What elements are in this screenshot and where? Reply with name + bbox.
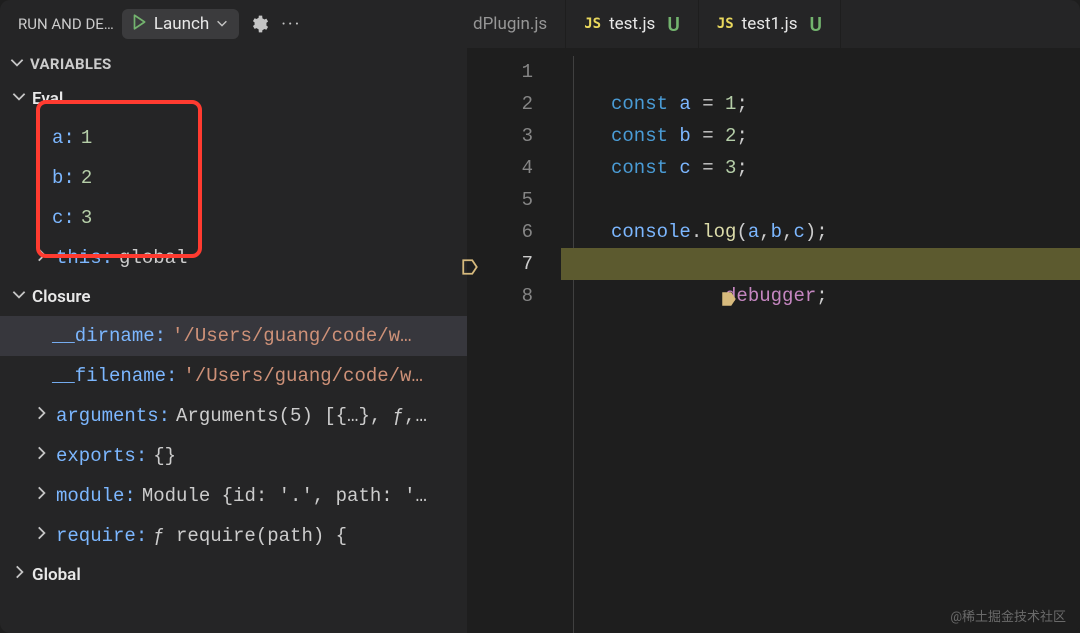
- chevron-right-icon: [32, 246, 50, 270]
- variable-row[interactable]: exports: {}: [0, 436, 467, 476]
- scope-name: Global: [32, 565, 81, 585]
- editor-tab[interactable]: JS test.js U: [566, 0, 699, 48]
- launch-config-button[interactable]: Launch: [122, 9, 239, 39]
- line-number: 2: [467, 88, 533, 120]
- code-line: const c = 3;: [561, 152, 1080, 184]
- variable-value: Module {id: '.', path: '…: [142, 485, 427, 507]
- line-number-gutter: 1 2 3 4 5 6 7 8: [467, 56, 561, 633]
- tab-name: test.js: [609, 14, 655, 34]
- variable-row[interactable]: b: 2: [0, 158, 467, 198]
- variable-name: __dirname:: [52, 325, 166, 347]
- editor-tabs: dPlugin.js JS test.js U JS test1.js U: [467, 0, 1080, 48]
- variable-row[interactable]: __filename: '/Users/guang/code/w…: [0, 356, 467, 396]
- variable-row[interactable]: c: 3: [0, 198, 467, 238]
- panel-title: RUN AND DE…: [10, 15, 114, 33]
- launch-label: Launch: [154, 14, 209, 34]
- scope-global-header[interactable]: Global: [0, 556, 467, 594]
- scope-closure-header[interactable]: Closure: [0, 278, 467, 316]
- variable-name: arguments:: [56, 405, 170, 427]
- code-line: console.log(a,b,c);: [561, 216, 1080, 248]
- gear-icon: [249, 14, 269, 34]
- scope-eval-header[interactable]: Eval: [0, 80, 467, 118]
- gear-button[interactable]: [247, 12, 271, 36]
- code-line: const a = 1;: [561, 88, 1080, 120]
- js-file-icon: JS: [584, 16, 601, 32]
- variable-row[interactable]: this: global: [0, 238, 467, 278]
- chevron-down-icon: [10, 285, 28, 309]
- variable-value: global: [119, 247, 187, 269]
- chevron-right-icon: [32, 404, 50, 428]
- line-number: 7: [467, 248, 533, 280]
- variable-row[interactable]: __dirname: '/Users/guang/code/w…: [0, 316, 467, 356]
- line-number: 1: [467, 56, 533, 88]
- line-number: 6: [467, 216, 533, 248]
- code-line: const b = 2;: [561, 120, 1080, 152]
- variable-name: b:: [52, 167, 75, 189]
- variable-name: require:: [56, 525, 147, 547]
- code-line: debugger;: [561, 248, 1080, 280]
- section-title: VARIABLES: [30, 55, 112, 73]
- editor-tab[interactable]: JS test1.js U: [699, 0, 841, 48]
- variable-row[interactable]: arguments: Arguments(5) [{…}, ƒ,…: [0, 396, 467, 436]
- variable-row[interactable]: require: ƒ require(path) {: [0, 516, 467, 556]
- variable-value: 2: [81, 167, 92, 189]
- variable-name: c:: [52, 207, 75, 229]
- variables-section-header[interactable]: VARIABLES: [0, 48, 467, 80]
- line-number: 5: [467, 184, 533, 216]
- variable-name: module:: [56, 485, 136, 507]
- tab-name: dPlugin.js: [473, 14, 547, 34]
- code-editor[interactable]: 1 2 3 4 5 6 7 8 const a = 1; const b = 2…: [467, 48, 1080, 633]
- line-number: 3: [467, 120, 533, 152]
- line-number: 4: [467, 152, 533, 184]
- tab-name: test1.js: [742, 14, 798, 34]
- chevron-down-icon: [8, 53, 26, 75]
- variable-value: 1: [81, 127, 92, 149]
- scope-name: Eval: [32, 89, 63, 109]
- code-lines: const a = 1; const b = 2; const c = 3; c…: [561, 56, 1080, 633]
- code-line: [561, 184, 1080, 216]
- chevron-right-icon: [32, 524, 50, 548]
- debug-sidebar: RUN AND DE… Launch ··· VARIABLES: [0, 0, 467, 633]
- chevron-right-icon: [10, 563, 28, 587]
- editor-area: dPlugin.js JS test.js U JS test1.js U 1 …: [467, 0, 1080, 633]
- variable-value: Arguments(5) [{…}, ƒ,…: [176, 405, 427, 427]
- js-file-icon: JS: [717, 16, 734, 32]
- variable-name: a:: [52, 127, 75, 149]
- tab-status: U: [809, 13, 821, 36]
- play-icon: [130, 13, 148, 35]
- ellipsis-icon: ···: [281, 14, 301, 35]
- chevron-right-icon: [32, 484, 50, 508]
- variable-value: '/Users/guang/code/w…: [183, 365, 422, 387]
- code-line: [561, 280, 1080, 312]
- chevron-down-icon: [215, 15, 229, 34]
- variable-name: this:: [56, 247, 113, 269]
- variable-name: exports:: [56, 445, 147, 467]
- variable-name: __filename:: [52, 365, 177, 387]
- more-button[interactable]: ···: [279, 12, 303, 36]
- tab-status: U: [667, 13, 679, 36]
- scope-name: Closure: [32, 287, 91, 307]
- chevron-right-icon: [32, 444, 50, 468]
- variable-value: {}: [153, 445, 176, 467]
- variable-value: '/Users/guang/code/w…: [172, 325, 411, 347]
- chevron-down-icon: [10, 87, 28, 111]
- variable-row[interactable]: a: 1: [0, 118, 467, 158]
- variable-value: 3: [81, 207, 92, 229]
- watermark: @稀土掘金技术社区: [950, 606, 1066, 625]
- editor-tab[interactable]: dPlugin.js: [467, 0, 566, 48]
- variable-row[interactable]: module: Module {id: '.', path: '…: [0, 476, 467, 516]
- variable-value: ƒ require(path) {: [153, 525, 347, 547]
- code-line: [561, 56, 1080, 88]
- line-number: 8: [467, 280, 533, 312]
